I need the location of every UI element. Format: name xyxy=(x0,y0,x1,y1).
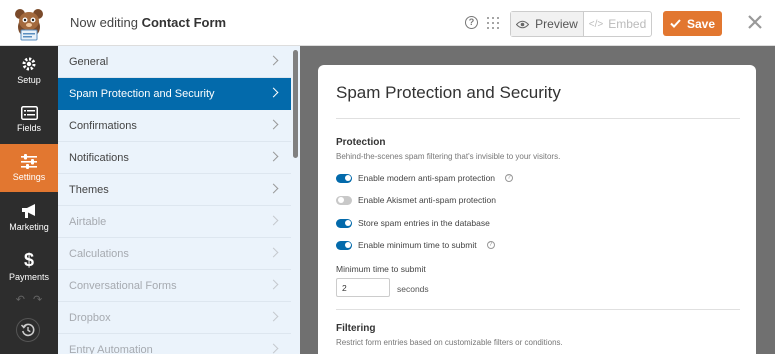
min-time-unit: seconds xyxy=(397,284,429,294)
help-icon[interactable]: ? xyxy=(465,16,478,29)
panel-item-calculations[interactable]: Calculations xyxy=(58,238,291,270)
code-icon: </> xyxy=(588,18,604,30)
page-title: Spam Protection and Security xyxy=(336,83,561,102)
chevron-right-icon xyxy=(268,311,279,322)
rail-label-setup: Setup xyxy=(17,74,41,85)
eye-icon xyxy=(516,20,530,28)
chevron-right-icon xyxy=(268,247,279,258)
protection-description: Behind-the-scenes spam filtering that's … xyxy=(336,152,561,161)
chevron-right-icon xyxy=(268,55,279,66)
panel-item-conversational-forms[interactable]: Conversational Forms xyxy=(58,270,291,302)
chevron-right-icon xyxy=(268,343,279,354)
gear-icon xyxy=(22,57,36,70)
chevron-right-icon xyxy=(268,151,279,162)
chevron-right-icon xyxy=(268,279,279,290)
redo-icon[interactable]: ↷ xyxy=(33,293,42,307)
rail-item-marketing[interactable]: Marketing xyxy=(0,193,58,241)
min-time-toggle[interactable] xyxy=(336,240,352,250)
filtering-heading: Filtering xyxy=(336,323,376,334)
left-rail: Setup Fields Settings Marketing $ Paymen… xyxy=(0,46,58,354)
editing-prefix: Now editing xyxy=(70,15,138,30)
editing-title: Now editing Contact Form xyxy=(70,15,226,30)
min-time-label: Enable minimum time to submit xyxy=(358,240,477,250)
rail-item-payments[interactable]: $ Payments xyxy=(0,242,58,290)
rail-label-marketing: Marketing xyxy=(9,221,49,232)
chevron-right-icon xyxy=(268,119,279,130)
list-icon xyxy=(20,105,38,120)
modern-antispam-toggle[interactable] xyxy=(336,173,352,183)
panel-item-spam-protection[interactable]: Spam Protection and Security xyxy=(58,78,291,110)
rail-label-settings: Settings xyxy=(12,172,46,182)
panel-item-airtable[interactable]: Airtable xyxy=(58,206,291,238)
rail-label-payments: Payments xyxy=(8,271,50,282)
panel-item-dropbox[interactable]: Dropbox xyxy=(58,302,291,334)
main-area: Spam Protection and Security Protection … xyxy=(300,46,775,354)
modern-antispam-label: Enable modern anti-spam protection xyxy=(358,173,496,183)
sliders-icon xyxy=(21,154,37,169)
divider xyxy=(336,118,740,119)
min-time-field-label: Minimum time to submit xyxy=(336,264,426,274)
revisions-button[interactable] xyxy=(16,318,40,342)
history-icon xyxy=(21,323,35,337)
form-name: Contact Form xyxy=(141,15,227,30)
close-icon[interactable] xyxy=(746,13,764,31)
top-bar: Now editing Contact Form ? Preview </> E… xyxy=(0,0,775,46)
undo-redo: ↶ ↷ xyxy=(0,293,58,307)
save-label: Save xyxy=(686,16,716,31)
rail-item-setup[interactable]: Setup xyxy=(0,46,58,94)
settings-card: Spam Protection and Security Protection … xyxy=(318,65,756,354)
filtering-description: Restrict form entries based on customiza… xyxy=(336,338,563,347)
embed-label: Embed xyxy=(608,17,647,31)
panel-item-notifications[interactable]: Notifications xyxy=(58,142,291,174)
toggle-row-modern-antispam: Enable modern anti-spam protection ? xyxy=(336,171,514,185)
dollar-icon: $ xyxy=(23,249,34,270)
help-icon[interactable]: ? xyxy=(505,174,514,182)
preview-embed-group: Preview </> Embed xyxy=(510,11,652,37)
panel-scrollbar-thumb[interactable] xyxy=(293,50,298,158)
undo-icon[interactable]: ↶ xyxy=(16,293,25,307)
megaphone-icon xyxy=(21,203,35,218)
embed-button[interactable]: </> Embed xyxy=(584,12,651,36)
preview-label: Preview xyxy=(535,17,578,31)
wpforms-logo[interactable] xyxy=(0,0,58,46)
akismet-label: Enable Akismet anti-spam protection xyxy=(358,195,496,205)
settings-panel: General Spam Protection and Security Con… xyxy=(58,46,300,354)
panel-item-general[interactable]: General xyxy=(58,46,291,78)
chevron-right-icon xyxy=(268,215,279,226)
akismet-toggle[interactable] xyxy=(336,195,352,205)
store-spam-label: Store spam entries in the database xyxy=(358,218,490,228)
panel-item-themes[interactable]: Themes xyxy=(58,174,291,206)
divider xyxy=(336,309,740,310)
toggle-row-store-spam: Store spam entries in the database xyxy=(336,216,490,230)
store-spam-toggle[interactable] xyxy=(336,218,352,228)
min-time-input[interactable]: 2 xyxy=(336,278,390,297)
save-button[interactable]: Save xyxy=(663,11,722,36)
preview-button[interactable]: Preview xyxy=(511,12,584,36)
toggle-row-akismet: Enable Akismet anti-spam protection xyxy=(336,193,496,207)
chevron-right-icon xyxy=(268,183,279,194)
grid-menu-icon[interactable] xyxy=(487,17,499,29)
panel-item-confirmations[interactable]: Confirmations xyxy=(58,110,291,142)
rail-item-settings[interactable]: Settings xyxy=(0,144,58,192)
panel-item-entry-automation[interactable]: Entry Automation xyxy=(58,334,291,354)
help-icon[interactable]: ? xyxy=(486,241,495,249)
checkmark-icon xyxy=(670,19,681,28)
toggle-row-min-time: Enable minimum time to submit ? xyxy=(336,238,495,252)
protection-heading: Protection xyxy=(336,137,386,148)
rail-item-fields[interactable]: Fields xyxy=(0,95,58,143)
rail-label-fields: Fields xyxy=(16,122,41,133)
chevron-right-icon xyxy=(268,87,279,98)
